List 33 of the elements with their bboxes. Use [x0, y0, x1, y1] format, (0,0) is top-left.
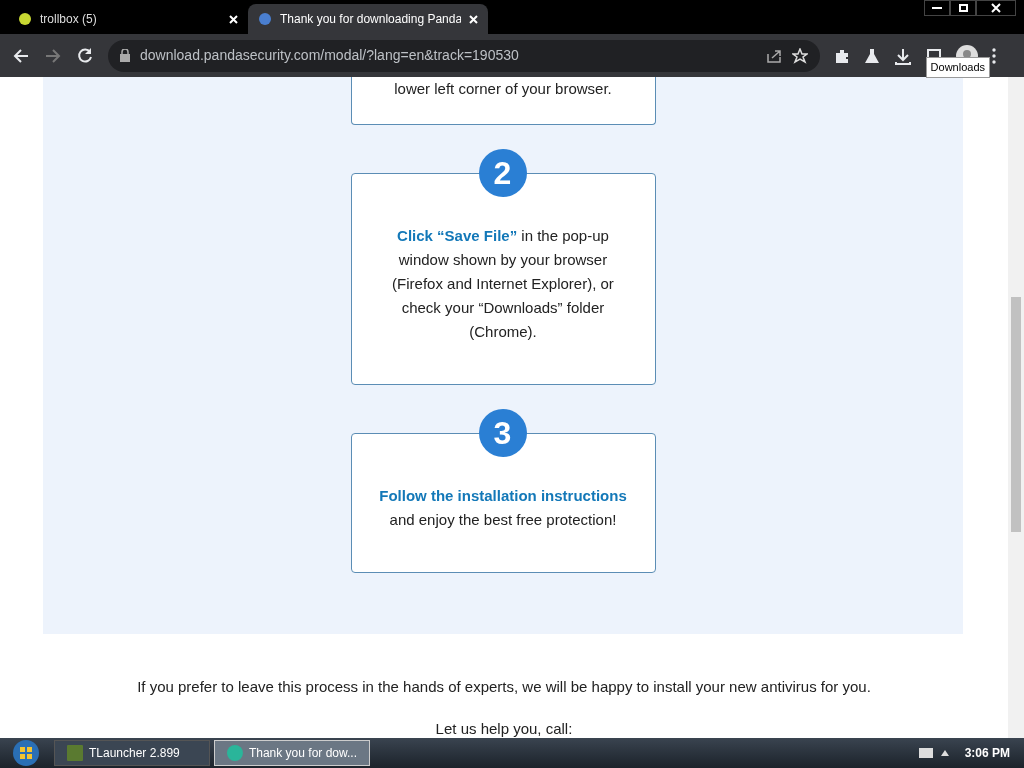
step-number: 3 [478, 409, 527, 457]
close-tab-icon[interactable] [469, 14, 478, 24]
step-text: Click “Save File” in the pop-up window shown by your browser (Firefox and Internet Explorer), or check your “Downloads” folder (Chrome). [392, 226, 614, 342]
restore-button[interactable] [950, 0, 976, 16]
download-icon[interactable] [894, 46, 912, 65]
close-icon [991, 3, 1001, 13]
taskbar-button[interactable]: Thank you for dow... [214, 740, 370, 766]
flask-icon[interactable] [864, 47, 880, 64]
clock[interactable]: 3:06 PM [956, 744, 1018, 762]
lock-icon [120, 49, 130, 62]
help-paragraph: If you prefer to leave this process in the hands of experts, we will be happy to install your new antivirus for you. [136, 676, 872, 697]
share-icon[interactable] [766, 47, 782, 64]
forward-icon[interactable] [44, 46, 62, 65]
step-text: lower left corner of your browser. [394, 79, 612, 99]
step-text: Follow the installation instructions and enjoy the best free protection! [379, 486, 627, 530]
app-icon [227, 745, 243, 761]
call-text: Let us help you, call: [434, 720, 574, 738]
taskbar-button[interactable]: TLauncher 2.899 [54, 740, 210, 766]
star-icon[interactable] [792, 47, 808, 64]
close-tab-icon[interactable] [229, 14, 238, 24]
tray-arrow-icon[interactable] [940, 750, 949, 756]
puzzle-icon[interactable] [834, 47, 850, 64]
reload-icon[interactable] [76, 46, 94, 65]
scrollbar[interactable] [1008, 77, 1024, 738]
minimize-button[interactable] [924, 0, 950, 16]
back-icon[interactable] [12, 46, 30, 65]
close-button[interactable] [976, 0, 1016, 16]
menu-icon[interactable] [992, 47, 996, 64]
step-number: 2 [478, 149, 527, 197]
browser-tab[interactable]: trollbox (5) [8, 4, 248, 34]
tooltip: Downloads [925, 57, 990, 78]
address-bar[interactable]: download.pandasecurity.com/modal/?lang=en&track=190530 [108, 39, 820, 72]
url-text: download.pandasecurity.com/modal/?lang=en&track=190530 [140, 46, 520, 65]
